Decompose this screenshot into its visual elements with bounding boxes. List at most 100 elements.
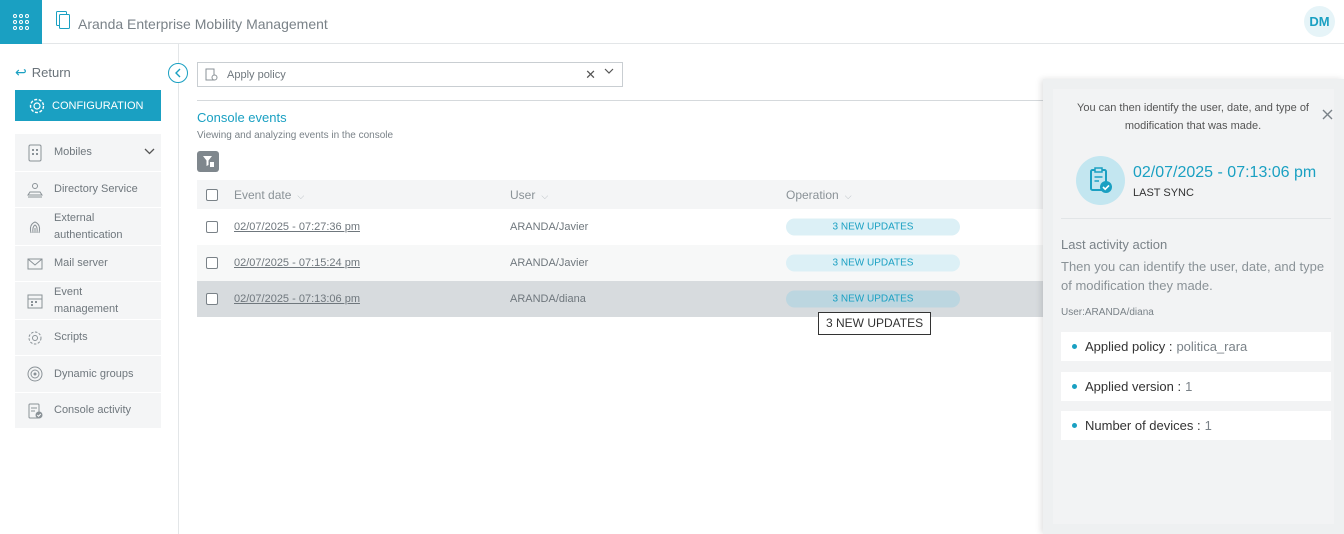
sidebar-item-console-activity[interactable]: Console activity — [15, 393, 161, 429]
return-arrow-icon: ↩ — [15, 64, 27, 80]
sidebar-item-label: External authentication — [54, 212, 123, 241]
activity-user: User:ARANDA/diana — [1061, 307, 1154, 318]
table-row[interactable]: 02/07/2025 - 07:27:36 pm ARANDA/Javier 3… — [197, 209, 1045, 245]
sidebar-item-label: Scripts — [54, 331, 88, 344]
sidebar-item-event-management[interactable]: Event management — [15, 282, 161, 320]
sort-icon: ⌵ — [297, 190, 305, 201]
events-table: Event date ⌵ User ⌵ Operation ⌵ 02/07/2025 … — [197, 180, 1045, 317]
sidebar-item-label: Mail server — [54, 257, 108, 270]
column-header-label: Operation — [786, 187, 839, 202]
detail-label: Applied version : — [1085, 379, 1182, 394]
grid-icon — [13, 14, 29, 30]
row-checkbox[interactable] — [206, 221, 218, 233]
activity-detail-panel: You can then identify the user, date, an… — [1043, 79, 1344, 534]
configuration-label: CONFIGURATION — [52, 99, 144, 112]
close-icon[interactable] — [1322, 107, 1333, 125]
divider — [1061, 218, 1331, 219]
calendar-icon — [27, 294, 43, 308]
detail-value: 1 — [1185, 379, 1193, 394]
page-title: Console events — [197, 110, 287, 125]
user-cell: ARANDA/Javier — [510, 257, 589, 269]
table-header: Event date ⌵ User ⌵ Operation ⌵ — [197, 180, 1045, 209]
clipboard-check-icon — [1076, 156, 1125, 205]
column-header-label: Event date — [234, 187, 292, 202]
detail-value: politica_rara — [1176, 339, 1248, 354]
divider — [197, 100, 1047, 101]
bullet-icon — [1072, 384, 1077, 389]
chevron-left-icon — [175, 68, 181, 78]
column-header-user[interactable]: User ⌵ — [510, 188, 548, 202]
detail-number-of-devices: Number of devices : 1 — [1061, 411, 1331, 440]
sidebar-item-mobiles[interactable]: Mobiles — [15, 134, 161, 172]
detail-value: 1 — [1204, 418, 1212, 433]
row-checkbox[interactable] — [206, 257, 218, 269]
app-launcher-button[interactable] — [0, 0, 42, 44]
sort-icon: ⌵ — [541, 190, 549, 201]
user-avatar[interactable]: DM — [1304, 6, 1335, 37]
apply-policy-select[interactable]: Apply policy ✕ — [197, 62, 623, 87]
operation-badge[interactable]: 3 NEW UPDATES — [786, 290, 960, 308]
chevron-down-icon[interactable] — [604, 66, 614, 78]
user-cell: ARANDA/diana — [510, 293, 586, 305]
column-header-operation[interactable]: Operation ⌵ — [786, 188, 852, 202]
gear-icon — [28, 331, 42, 344]
table-row[interactable]: 02/07/2025 - 07:15:24 pm ARANDA/Javier 3… — [197, 245, 1045, 281]
operation-badge[interactable]: 3 NEW UPDATES — [786, 218, 960, 236]
event-date-link[interactable]: 02/07/2025 - 07:15:24 pm — [234, 257, 360, 269]
detail-label: Applied policy : — [1085, 339, 1173, 354]
sidebar-divider — [178, 44, 179, 534]
return-link[interactable]: ↩ Return — [15, 64, 71, 81]
sidebar-nav: Mobiles Directory Service External authe… — [15, 134, 161, 429]
collapse-sidebar-button[interactable] — [168, 63, 188, 83]
sidebar-item-dynamic-groups[interactable]: Dynamic groups — [15, 356, 161, 393]
sidebar-item-directory-service[interactable]: Directory Service — [15, 172, 161, 208]
clipboard-check-icon — [28, 403, 43, 418]
detail-label: Number of devices : — [1085, 418, 1201, 433]
activity-description: Then you can identify the user, date, an… — [1061, 259, 1325, 293]
target-icon — [27, 366, 43, 382]
event-date-link[interactable]: 02/07/2025 - 07:13:06 pm — [234, 293, 360, 305]
sidebar-item-label: Console activity — [54, 404, 132, 417]
filter-button[interactable] — [197, 151, 219, 172]
configuration-button[interactable]: CONFIGURATION — [15, 90, 161, 121]
row-checkbox[interactable] — [206, 293, 218, 305]
last-sync-date: 02/07/2025 - 07:13:06 pm — [1133, 164, 1317, 181]
activity-title: Last activity action — [1061, 237, 1168, 252]
device-logo-icon — [56, 11, 70, 29]
bullet-icon — [1072, 423, 1077, 428]
mobile-grid-icon — [28, 144, 42, 161]
mail-icon — [27, 258, 43, 269]
gear-icon — [29, 98, 45, 113]
sidebar-item-mail-server[interactable]: Mail server — [15, 246, 161, 282]
column-header-event-date[interactable]: Event date ⌵ — [234, 188, 304, 202]
sort-icon: ⌵ — [844, 190, 852, 201]
policy-document-icon — [205, 68, 218, 81]
bullet-icon — [1072, 344, 1077, 349]
sidebar-item-label: Directory Service — [54, 183, 138, 196]
directory-icon — [27, 182, 43, 197]
sidebar-item-label: Event management — [54, 286, 119, 315]
chevron-down-icon — [144, 144, 155, 161]
app-title: Aranda Enterprise Mobility Management — [78, 16, 328, 32]
sidebar-item-scripts[interactable]: Scripts — [15, 320, 161, 356]
operation-tooltip: 3 NEW UPDATES — [818, 312, 932, 335]
column-header-label: User — [510, 187, 536, 202]
panel-intro-text: You can then identify the user, date, an… — [1077, 102, 1309, 132]
filter-icon — [202, 156, 214, 167]
top-bar: Aranda Enterprise Mobility Management DM — [0, 0, 1344, 44]
detail-applied-version: Applied version : 1 — [1061, 372, 1331, 401]
sidebar-item-external-authentication[interactable]: External authentication — [15, 208, 161, 246]
event-date-link[interactable]: 02/07/2025 - 07:27:36 pm — [234, 221, 360, 233]
user-cell: ARANDA/Javier — [510, 221, 589, 233]
sidebar-item-label: Dynamic groups — [54, 367, 134, 380]
detail-applied-policy: Applied policy : politica_rara — [1061, 332, 1331, 361]
select-all-checkbox[interactable] — [206, 188, 218, 201]
clear-icon[interactable]: ✕ — [585, 67, 596, 83]
apply-policy-placeholder: Apply policy — [227, 68, 286, 81]
fingerprint-icon — [30, 220, 40, 233]
sidebar-item-label: Mobiles — [54, 146, 92, 159]
operation-badge[interactable]: 3 NEW UPDATES — [786, 254, 960, 272]
return-label: Return — [31, 65, 71, 80]
last-sync-label: LAST SYNC — [1133, 187, 1194, 199]
page-subtitle: Viewing and analyzing events in the cons… — [197, 130, 394, 141]
